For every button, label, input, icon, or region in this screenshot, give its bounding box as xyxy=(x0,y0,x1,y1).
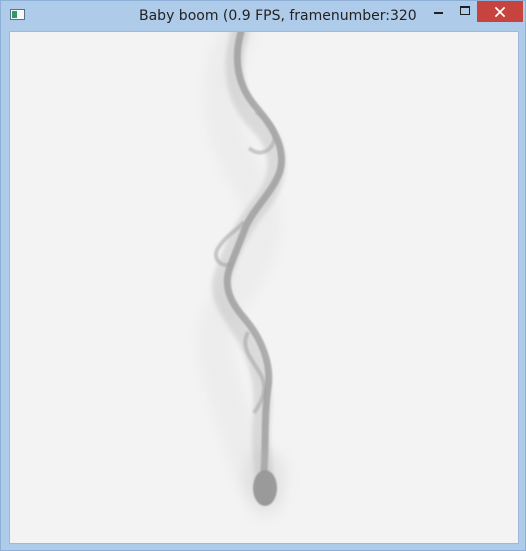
maximize-button[interactable] xyxy=(452,1,478,21)
title-bar[interactable]: Baby boom (0.9 FPS, framenumber:320 xyxy=(1,1,525,31)
simulation-viewport[interactable] xyxy=(9,31,519,544)
minimize-icon xyxy=(433,12,443,14)
minimize-button[interactable] xyxy=(425,1,451,21)
maximize-icon xyxy=(460,5,470,15)
window-title: Baby boom (0.9 FPS, framenumber:320 xyxy=(139,8,417,24)
application-window: Baby boom (0.9 FPS, framenumber:320 xyxy=(0,0,526,551)
smoke-source-glow xyxy=(243,448,287,508)
smoke-simulation-canvas xyxy=(197,32,287,519)
app-window-icon[interactable] xyxy=(10,9,25,20)
close-button[interactable] xyxy=(477,1,523,22)
close-icon xyxy=(494,6,506,17)
